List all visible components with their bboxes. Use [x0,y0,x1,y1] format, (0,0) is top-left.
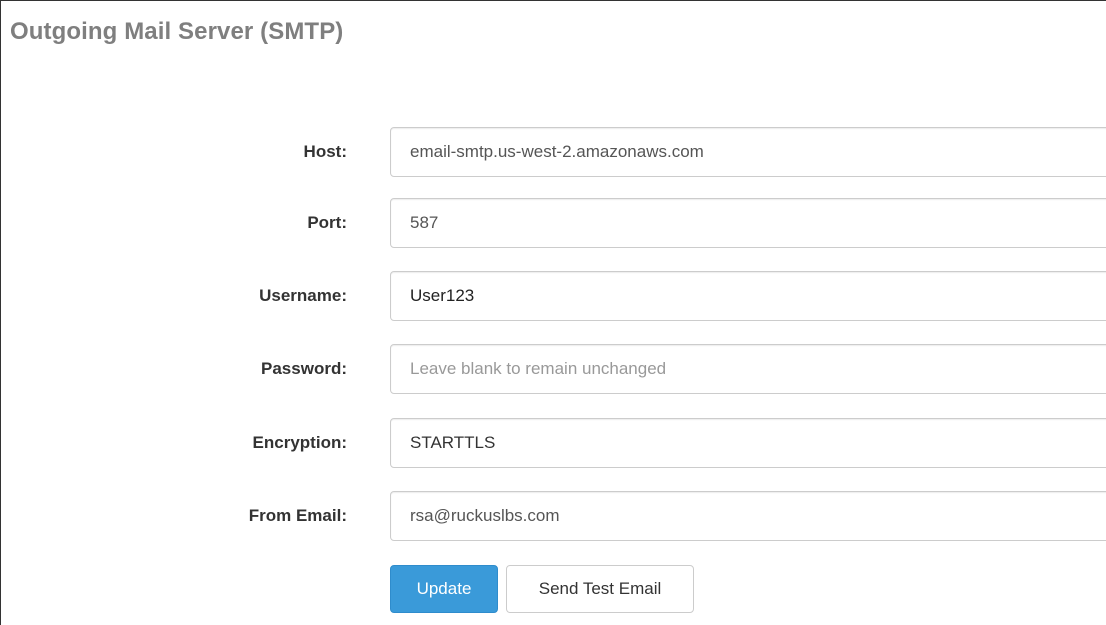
port-row: Port: [1,198,1106,248]
password-row: Password: [1,344,1106,394]
password-input[interactable] [390,344,1106,394]
smtp-settings-panel: Outgoing Mail Server (SMTP) Host: Port: … [0,0,1106,625]
host-input[interactable] [390,127,1106,177]
host-label: Host: [303,142,347,161]
encryption-select[interactable]: STARTTLS [390,418,1106,468]
username-label: Username: [259,286,347,305]
panel-title: Outgoing Mail Server (SMTP) [10,18,344,45]
username-row: Username: [1,271,1106,321]
password-label: Password: [261,359,347,378]
encryption-row: Encryption: STARTTLS [1,418,1106,468]
send-test-email-button[interactable]: Send Test Email [506,565,694,613]
username-input[interactable] [390,271,1106,321]
update-button[interactable]: Update [390,565,498,613]
host-row: Host: [1,127,1106,177]
port-label: Port: [307,213,347,232]
from-email-input[interactable] [390,491,1106,541]
encryption-label: Encryption: [252,433,347,452]
from-email-row: From Email: [1,491,1106,541]
from-email-label: From Email: [248,506,347,525]
encryption-selected-value: STARTTLS [410,433,496,452]
port-input[interactable] [390,198,1106,248]
